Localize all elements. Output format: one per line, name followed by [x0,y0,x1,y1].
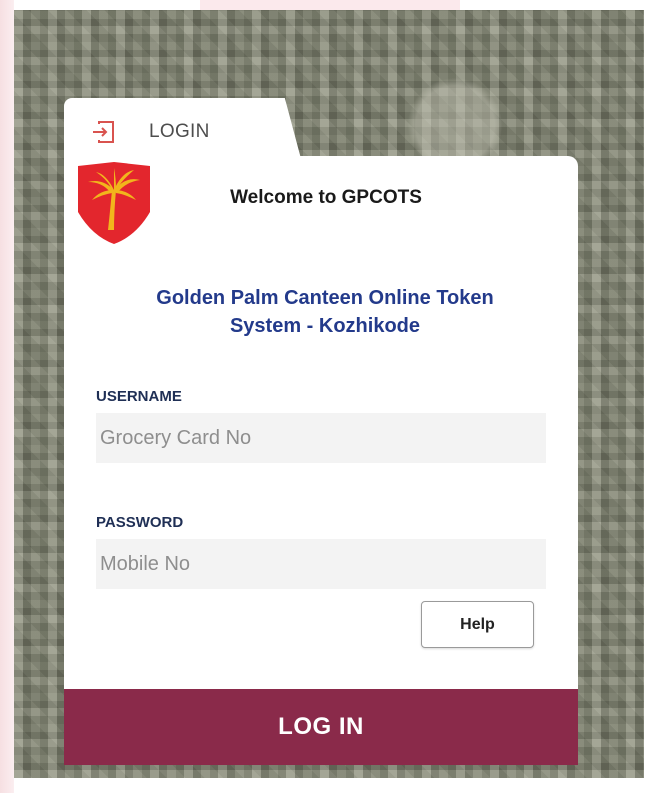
help-button[interactable]: Help [421,601,534,648]
system-subtitle: Golden Palm Canteen Online Token System … [98,284,552,340]
golden-palm-shield-emblem [78,162,150,244]
username-input[interactable] [96,413,546,463]
password-input[interactable] [96,539,546,589]
top-edge-strip [200,0,460,10]
welcome-heading: Welcome to GPCOTS [230,187,422,208]
subtitle-line-2: System - Kozhikode [229,315,421,337]
left-edge-strip [0,0,14,793]
password-label: PASSWORD [96,514,184,531]
username-label: USERNAME [96,388,182,405]
login-tab-label: LOGIN [149,121,210,142]
login-button[interactable]: LOG IN [64,689,578,765]
subtitle-line-1: Golden Palm Canteen Online Token [156,287,494,309]
login-enter-icon [93,121,114,143]
